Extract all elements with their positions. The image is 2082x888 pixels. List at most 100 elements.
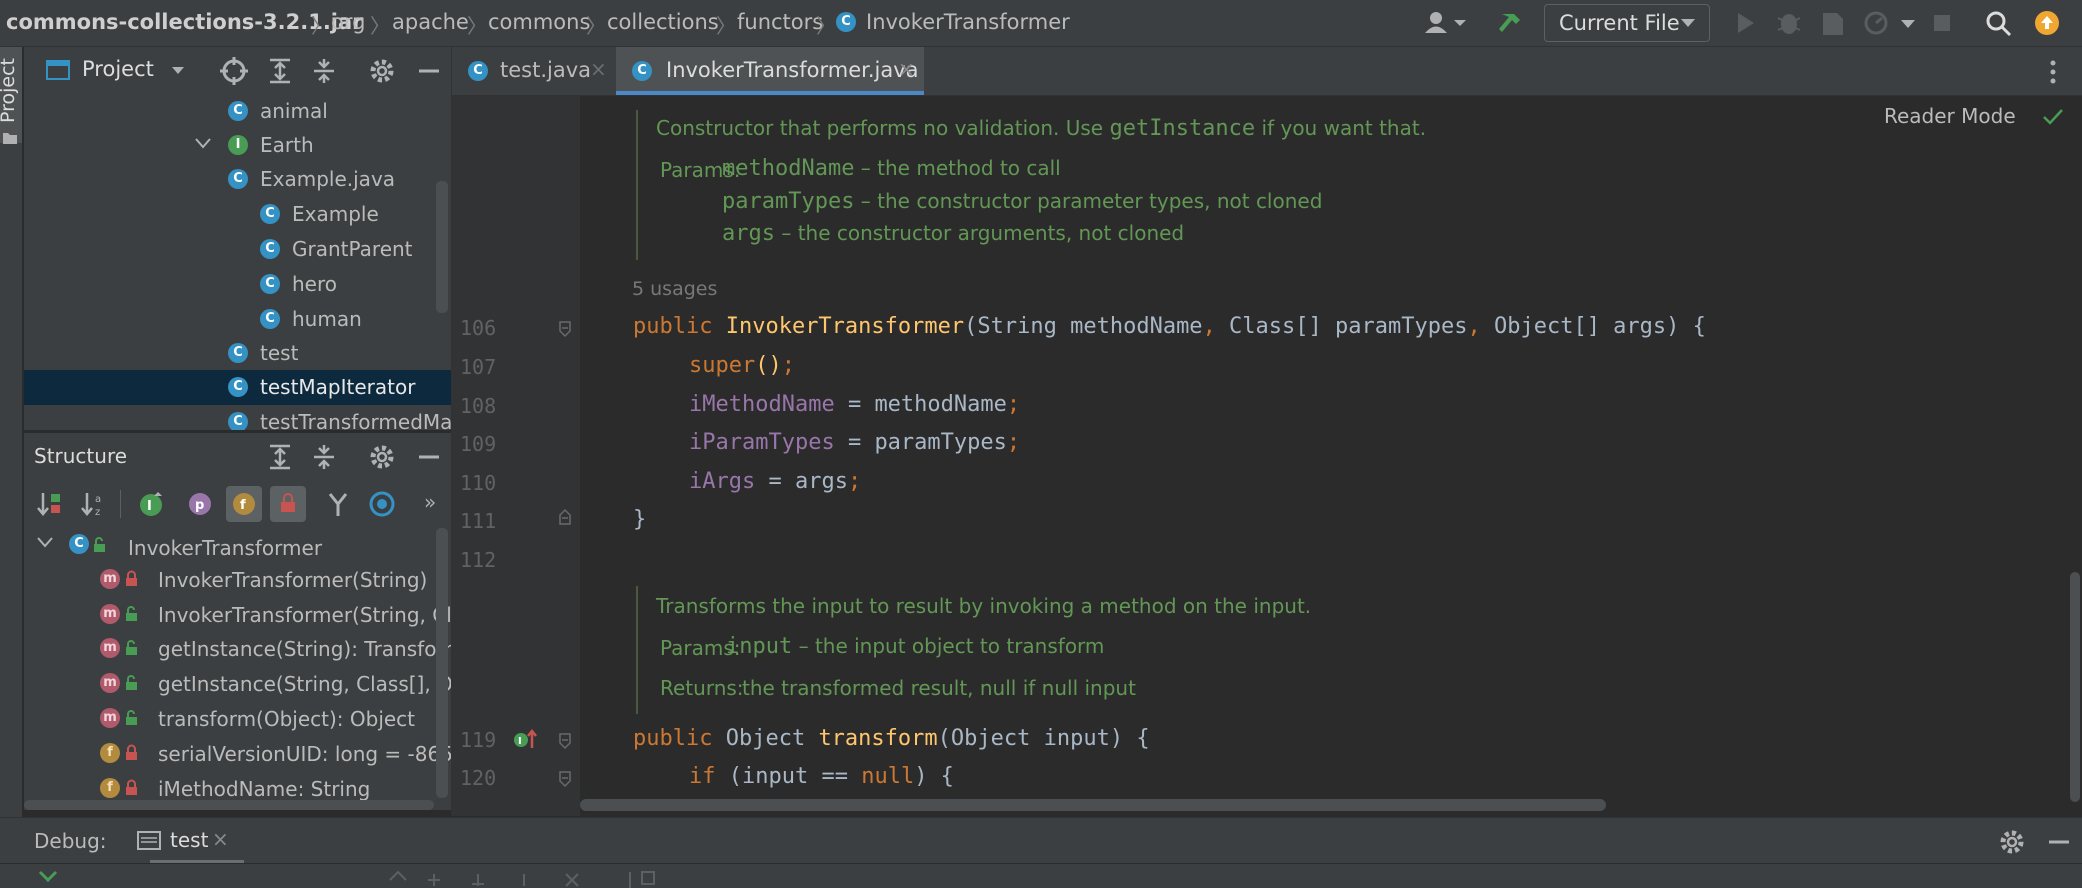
tab-label: test.java <box>500 58 592 82</box>
gear-icon[interactable] <box>368 57 396 85</box>
breadcrumb-jar[interactable]: commons-collections-3.2.1.jar <box>6 10 363 34</box>
structure-horizontal-scrollbar[interactable] <box>24 800 434 810</box>
fold-icon[interactable] <box>558 508 572 526</box>
locate-icon[interactable] <box>220 57 248 85</box>
close-icon[interactable]: × <box>590 57 607 81</box>
breadcrumb-collections[interactable]: collections <box>607 10 719 34</box>
fold-icon[interactable] <box>558 320 572 338</box>
show-lambdas-icon[interactable] <box>324 490 352 518</box>
debugger-tab[interactable] <box>78 872 158 888</box>
debug-tab-test[interactable]: test <box>170 828 208 852</box>
svg-text:f: f <box>240 498 246 513</box>
show-properties-icon[interactable]: p <box>186 490 214 518</box>
search-icon[interactable] <box>1984 6 2014 40</box>
close-icon[interactable]: × <box>212 827 229 851</box>
reader-mode-button[interactable]: Reader Mode <box>1884 104 2016 128</box>
chevron-down-icon[interactable] <box>36 536 54 550</box>
javadoc-param: args – the constructor arguments, not cl… <box>722 221 1184 246</box>
structure-member[interactable]: f serialVersionUID: long = -86533 <box>100 737 451 771</box>
more-vertical-icon[interactable] <box>2048 59 2058 85</box>
breadcrumb-functors[interactable]: functors <box>737 10 823 34</box>
collapse-all-icon[interactable] <box>310 443 338 471</box>
structure-member[interactable]: m InvokerTransformer(String) <box>100 563 451 597</box>
profiler-icon[interactable] <box>1862 6 1892 40</box>
user-icon[interactable] <box>1420 6 1470 40</box>
editor-horizontal-scrollbar[interactable] <box>580 799 1606 811</box>
project-panel-title[interactable]: Project <box>82 57 154 81</box>
implements-method-icon[interactable]: I <box>512 726 540 752</box>
navigation-bar: commons-collections-3.2.1.jar 〉 org 〉 ap… <box>0 0 2082 47</box>
folder-icon <box>3 133 17 144</box>
javadoc-param: paramTypes – the constructor parameter t… <box>722 189 1322 214</box>
method-icon: m <box>100 638 120 658</box>
stop-icon[interactable] <box>1930 6 1956 40</box>
usages-hint[interactable]: 5 usages <box>632 278 717 300</box>
breadcrumb-commons[interactable]: commons <box>488 10 590 34</box>
project-tree: C animal I Earth C Example.java C Exampl… <box>24 95 451 430</box>
toolbar-divider <box>120 490 121 518</box>
update-icon[interactable] <box>2032 6 2062 40</box>
more-run-options-icon[interactable] <box>1898 6 1918 40</box>
show-non-public-toggle[interactable] <box>270 486 306 522</box>
editor-tab-bar: C test.java × C InvokerTransformer.java … <box>452 47 2082 96</box>
code-line-110: iArgs = args; <box>689 469 861 494</box>
breadcrumb-apache[interactable]: apache <box>392 10 469 34</box>
minimize-icon[interactable] <box>416 57 442 85</box>
debug-bug-icon[interactable] <box>1774 6 1804 40</box>
autoscroll-icon[interactable] <box>368 490 396 518</box>
more-icon[interactable]: » <box>424 490 436 514</box>
gear-icon[interactable] <box>1998 828 2026 856</box>
tree-item-label: Example <box>292 202 379 226</box>
editor-vertical-scrollbar[interactable] <box>2070 572 2080 802</box>
structure-scrollbar[interactable] <box>436 528 448 798</box>
class-icon: C <box>228 101 248 121</box>
tab-test-java[interactable]: C test.java × <box>452 47 616 95</box>
show-inherited-icon[interactable]: I <box>138 490 166 518</box>
project-scrollbar[interactable] <box>436 181 448 313</box>
coverage-icon[interactable] <box>1818 6 1848 40</box>
code-text: = paramTypes <box>834 430 1007 455</box>
javadoc-text: if you want that. <box>1255 116 1427 140</box>
collapse-all-icon[interactable] <box>310 57 338 85</box>
public-unlock-icon <box>94 537 105 552</box>
structure-member[interactable]: m getInstance(String): Transforme <box>100 632 451 666</box>
checkmark-icon[interactable] <box>2042 108 2064 126</box>
structure-root-label[interactable]: InvokerTransformer <box>128 536 322 560</box>
project-panel-header: Project <box>24 47 451 95</box>
minimize-icon[interactable] <box>2046 828 2072 856</box>
structure-member[interactable]: m getInstance(String, Class[], Obje <box>100 667 451 701</box>
javadoc-param-desc: – the constructor arguments, not cloned <box>774 221 1185 245</box>
chevron-down-icon[interactable] <box>170 65 186 77</box>
show-fields-toggle[interactable]: f <box>226 486 262 522</box>
sort-alphabetically-icon[interactable]: az <box>80 490 108 518</box>
svg-text:z: z <box>95 507 100 518</box>
breadcrumb-class[interactable]: InvokerTransformer <box>866 10 1070 34</box>
debug-actions-icons[interactable] <box>380 866 680 888</box>
lock-icon <box>126 744 137 760</box>
sort-by-visibility-icon[interactable] <box>36 490 64 518</box>
method-icon: m <box>100 569 120 589</box>
breadcrumb-org[interactable]: org <box>331 10 365 34</box>
rerun-icon[interactable] <box>36 868 60 888</box>
minimize-icon[interactable] <box>416 443 442 471</box>
build-hammer-icon[interactable] <box>1494 6 1528 40</box>
fold-icon[interactable] <box>558 770 572 788</box>
run-configuration-select[interactable]: Current File <box>1544 4 1710 42</box>
tree-item-label: test <box>260 341 299 365</box>
semicolon: ; <box>1006 430 1021 455</box>
structure-member[interactable]: m InvokerTransformer(String, Class <box>100 598 451 632</box>
expand-all-icon[interactable] <box>266 443 294 471</box>
run-icon[interactable] <box>1732 6 1760 40</box>
fold-icon[interactable] <box>558 732 572 750</box>
close-icon[interactable]: × <box>898 57 915 81</box>
gear-icon[interactable] <box>368 443 396 471</box>
expand-all-icon[interactable] <box>266 57 294 85</box>
code-editor[interactable]: Reader Mode Constructor that performs no… <box>580 96 2082 816</box>
tab-invokertransformer-java[interactable]: C InvokerTransformer.java × <box>616 47 924 95</box>
project-tool-label[interactable]: Project <box>0 58 19 123</box>
structure-member[interactable]: m transform(Object): Object <box>100 702 451 736</box>
breadcrumb-separator: 〉 <box>816 14 836 38</box>
field-icon: f <box>100 778 120 798</box>
field-name: iMethodName <box>689 392 835 417</box>
chevron-down-icon[interactable] <box>194 137 212 151</box>
